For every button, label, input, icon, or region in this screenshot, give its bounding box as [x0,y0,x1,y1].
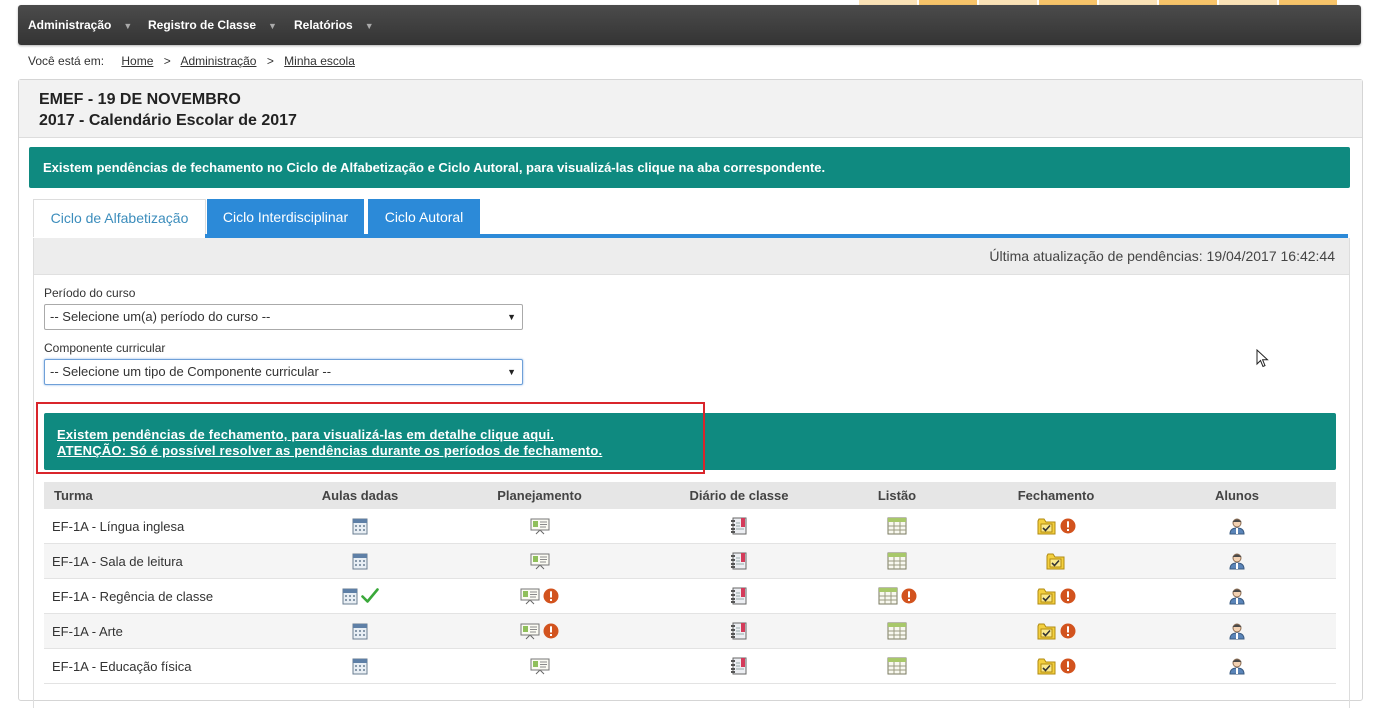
notebook-icon[interactable] [730,657,748,675]
calendar-icon[interactable] [352,552,368,570]
folder-check-icon[interactable] [1037,622,1057,640]
col-aulas-dadas: Aulas dadas [299,482,421,509]
pending-cycles-alert: Existem pendências de fechamento no Cicl… [29,147,1350,188]
calendar-icon[interactable] [352,657,368,675]
componente-select[interactable]: -- Selecione um tipo de Componente curri… [44,359,523,385]
col-alunos: Alunos [1138,482,1336,509]
caret-down-icon: ▼ [268,21,277,31]
nav-item-relatorios[interactable]: Relatórios ▼ [294,5,374,45]
presentation-board-icon[interactable] [520,622,540,640]
breadcrumb-separator: > [266,54,274,68]
periodo-select-value: -- Selecione um(a) período do curso -- [50,309,271,324]
componente-label: Componente curricular [44,341,166,355]
spreadsheet-icon[interactable] [887,552,907,570]
tab-ciclo-autoral[interactable]: Ciclo Autoral [368,199,480,235]
exclamation-icon[interactable] [543,588,559,604]
turmas-table: Turma Aulas dadas Planejamento Diário de… [44,482,1336,684]
nav-item-label: Registro de Classe [148,18,257,32]
spreadsheet-icon[interactable] [887,622,907,640]
checkmark-icon [360,588,379,604]
folder-check-icon[interactable] [1046,552,1066,570]
table-row: EF-1A - Arte [44,613,1336,649]
folder-check-icon[interactable] [1037,657,1057,675]
exclamation-icon[interactable] [901,588,917,604]
calendar-icon[interactable] [352,622,368,640]
student-icon[interactable] [1228,587,1246,605]
nav-item-label: Administração [28,18,112,32]
folder-check-icon[interactable] [1037,517,1057,535]
breadcrumb-prefix: Você está em: [28,54,105,68]
turma-cell: EF-1A - Sala de leitura [44,543,299,579]
spreadsheet-icon[interactable] [887,517,907,535]
turma-cell: EF-1A - Arte [44,613,299,649]
breadcrumb: Você está em: Home > Administração > Min… [28,54,355,68]
breadcrumb-home-link[interactable]: Home [121,54,153,68]
tab-ciclo-alfabetizacao[interactable]: Ciclo de Alfabetização [33,199,206,237]
calendar-name: 2017 - Calendário Escolar de 2017 [39,112,297,129]
school-name: EMEF - 19 DE NOVEMBRO [39,91,241,108]
spreadsheet-icon[interactable] [887,657,907,675]
dropdown-arrow-icon: ▼ [507,312,516,322]
mouse-cursor-icon [1256,349,1269,368]
turma-cell: EF-1A - Educação física [44,648,299,684]
exclamation-icon[interactable] [1060,658,1076,674]
table-row: EF-1A - Língua inglesa [44,509,1336,544]
col-listao: Listão [820,482,974,509]
tab-ciclo-interdisciplinar[interactable]: Ciclo Interdisciplinar [207,199,364,235]
tab-content: Última atualização de pendências: 19/04/… [33,238,1350,708]
nav-item-registro-de-classe[interactable]: Registro de Classe ▼ [148,5,277,45]
exclamation-icon[interactable] [543,623,559,639]
presentation-board-icon[interactable] [530,657,550,675]
table-header-row: Turma Aulas dadas Planejamento Diário de… [44,482,1336,509]
periodo-select[interactable]: -- Selecione um(a) período do curso -- ▼ [44,304,523,330]
turma-cell: EF-1A - Regência de classe [44,578,299,614]
periodo-label: Período do curso [44,286,136,300]
col-turma: Turma [44,482,299,509]
exclamation-icon[interactable] [1060,623,1076,639]
notebook-icon[interactable] [730,587,748,605]
notebook-icon[interactable] [730,517,748,535]
nav-item-administracao[interactable]: Administração ▼ [28,5,132,45]
turma-cell: EF-1A - Língua inglesa [44,509,299,544]
dropdown-arrow-icon: ▼ [507,367,516,377]
panel-header: EMEF - 19 DE NOVEMBRO 2017 - Calendário … [19,80,1362,138]
presentation-board-icon[interactable] [530,552,550,570]
student-icon[interactable] [1228,657,1246,675]
exclamation-icon[interactable] [1060,588,1076,604]
exclamation-icon[interactable] [1060,518,1076,534]
caret-down-icon: ▼ [123,21,133,31]
caret-down-icon: ▼ [364,21,374,31]
col-fechamento: Fechamento [974,482,1138,509]
main-panel: EMEF - 19 DE NOVEMBRO 2017 - Calendário … [18,79,1363,708]
folder-check-icon[interactable] [1037,587,1057,605]
top-navbar: Administração ▼ Registro de Classe ▼ Relat… [18,5,1361,45]
breadcrumb-separator: > [163,54,171,68]
spreadsheet-icon[interactable] [878,587,898,605]
student-icon[interactable] [1228,517,1246,535]
col-planejamento: Planejamento [421,482,658,509]
nav-item-label: Relatórios [294,18,353,32]
calendar-icon[interactable] [352,517,368,535]
notebook-icon[interactable] [730,552,748,570]
presentation-board-icon[interactable] [530,517,550,535]
page-title: EMEF - 19 DE NOVEMBRO 2017 - Calendário … [39,89,297,131]
breadcrumb-minha-escola-link[interactable]: Minha escola [284,54,355,68]
table-row: EF-1A - Regência de classe [44,578,1336,614]
table-row: EF-1A - Educação física [44,648,1336,684]
table-row: EF-1A - Sala de leitura [44,543,1336,579]
highlight-box [36,402,705,474]
notebook-icon[interactable] [730,622,748,640]
presentation-board-icon[interactable] [520,587,540,605]
col-diario-de-classe: Diário de classe [658,482,820,509]
student-icon[interactable] [1228,622,1246,640]
breadcrumb-administracao-link[interactable]: Administração [180,54,256,68]
last-update-bar: Última atualização de pendências: 19/04/… [34,238,1349,275]
student-icon[interactable] [1228,552,1246,570]
calendar-icon[interactable] [342,587,358,605]
last-update-text: Última atualização de pendências: 19/04/… [989,248,1335,264]
componente-select-value: -- Selecione um tipo de Componente curri… [50,364,332,379]
